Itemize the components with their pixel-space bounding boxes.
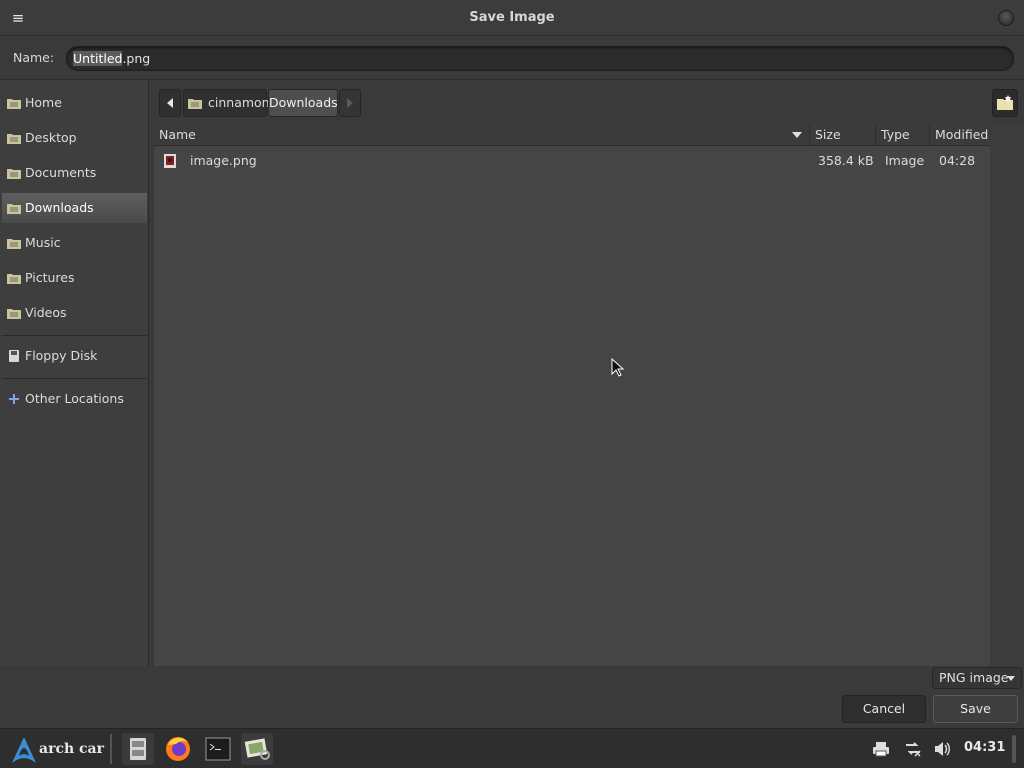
firefox-icon <box>166 737 190 761</box>
sidebar-item-documents[interactable]: Documents <box>2 158 147 188</box>
panel-edge-handle <box>1012 735 1016 763</box>
sidebar-item-label: Documents <box>25 165 97 180</box>
column-header-size[interactable]: Size <box>810 124 876 146</box>
folder-desktop-icon <box>7 134 21 144</box>
sort-descending-icon <box>792 132 802 138</box>
column-header-modified[interactable]: Modified <box>930 124 990 146</box>
plus-icon <box>9 394 19 404</box>
network-icon[interactable] <box>904 740 922 758</box>
file-type: Image <box>885 153 925 168</box>
image-file-icon <box>164 154 176 168</box>
sidebar-separator <box>2 378 147 379</box>
folder-documents-icon <box>7 169 21 179</box>
window-title: Save Image <box>469 10 555 25</box>
taskbar-separator <box>110 734 112 764</box>
name-label: Name: <box>13 50 55 65</box>
save-button[interactable]: Save <box>933 695 1018 723</box>
chevron-left-icon[interactable] <box>159 89 181 117</box>
places-sidebar: Home Desktop Documents Downloads Music P… <box>0 81 149 666</box>
sidebar-item-label: Home <box>25 95 62 110</box>
sidebar-item-label: Downloads <box>25 200 94 215</box>
column-header-type[interactable]: Type <box>876 124 930 146</box>
filter-selected-value: PNG image <box>939 670 1009 685</box>
file-modified: 04:28 <box>939 153 976 168</box>
file-size: 358.4 kB <box>818 153 874 168</box>
volume-icon[interactable] <box>933 740 951 758</box>
file-list: Name Size Type Modified image.png 358.4 … <box>154 124 990 666</box>
folder-home-icon <box>188 99 202 109</box>
title-bar: Save Image ≡ <box>0 0 1024 36</box>
folder-music-icon <box>7 239 21 249</box>
dropdown-arrow-icon <box>1007 676 1015 681</box>
floppy-disk-icon <box>9 350 19 362</box>
image-viewer-launcher[interactable] <box>241 733 273 765</box>
new-folder-icon <box>997 95 1013 110</box>
breadcrumb-label: cinnamon <box>208 95 270 110</box>
filename-row: Name: Untitled.png <box>0 36 1024 80</box>
folder-pictures-icon <box>7 274 21 284</box>
window-control-icon[interactable] <box>998 10 1014 26</box>
sidebar-item-label: Videos <box>25 305 67 320</box>
hamburger-menu-icon[interactable]: ≡ <box>8 8 28 28</box>
folder-downloads-icon <box>7 204 21 214</box>
files-icon <box>130 738 146 760</box>
file-name: image.png <box>190 153 257 168</box>
menu-label: arch car <box>39 741 104 757</box>
chevron-right-icon[interactable] <box>339 89 361 117</box>
column-headers: Name Size Type Modified <box>154 124 990 146</box>
mouse-pointer-icon <box>611 358 625 377</box>
new-folder-button[interactable] <box>992 89 1018 117</box>
sidebar-item-desktop[interactable]: Desktop <box>2 123 147 153</box>
image-viewer-icon <box>244 738 270 760</box>
sidebar-item-videos[interactable]: Videos <box>2 298 147 328</box>
sidebar-separator <box>2 335 147 336</box>
cancel-button[interactable]: Cancel <box>842 695 926 723</box>
sidebar-item-other-locations[interactable]: Other Locations <box>2 384 147 414</box>
scrollbar-area[interactable] <box>990 124 1024 666</box>
sidebar-item-label: Music <box>25 235 61 250</box>
sidebar-item-downloads[interactable]: Downloads <box>2 193 147 223</box>
file-row[interactable]: image.png 358.4 kB Image 04:28 <box>154 148 990 174</box>
breadcrumb-cinnamon[interactable]: cinnamon <box>183 89 270 117</box>
filename-extension-text: .png <box>122 51 151 66</box>
path-bar: cinnamon Downloads <box>152 81 1024 123</box>
folder-home-icon <box>7 99 21 109</box>
sidebar-item-music[interactable]: Music <box>2 228 147 258</box>
firefox-launcher[interactable] <box>162 733 194 765</box>
sidebar-item-floppy-disk[interactable]: Floppy Disk <box>2 341 147 371</box>
sidebar-item-home[interactable]: Home <box>2 88 147 118</box>
printer-icon[interactable] <box>872 740 890 758</box>
column-header-name[interactable]: Name <box>154 124 810 146</box>
terminal-launcher[interactable] <box>202 733 234 765</box>
file-type-filter-select[interactable]: PNG image <box>932 667 1022 689</box>
filename-input[interactable]: Untitled.png <box>66 46 1014 71</box>
sidebar-item-label: Pictures <box>25 270 75 285</box>
terminal-icon <box>205 737 231 761</box>
taskbar: arch car 04:31 <box>0 728 1024 768</box>
clock[interactable]: 04:31 <box>964 740 1005 755</box>
sidebar-item-label: Other Locations <box>25 391 124 406</box>
arch-logo-icon <box>12 737 36 763</box>
breadcrumb-downloads[interactable]: Downloads <box>268 89 338 117</box>
folder-videos-icon <box>7 309 21 319</box>
sidebar-item-pictures[interactable]: Pictures <box>2 263 147 293</box>
files-launcher[interactable] <box>122 733 154 765</box>
sidebar-item-label: Floppy Disk <box>25 348 98 363</box>
sidebar-item-label: Desktop <box>25 130 77 145</box>
filename-selected-text: Untitled <box>73 51 123 66</box>
